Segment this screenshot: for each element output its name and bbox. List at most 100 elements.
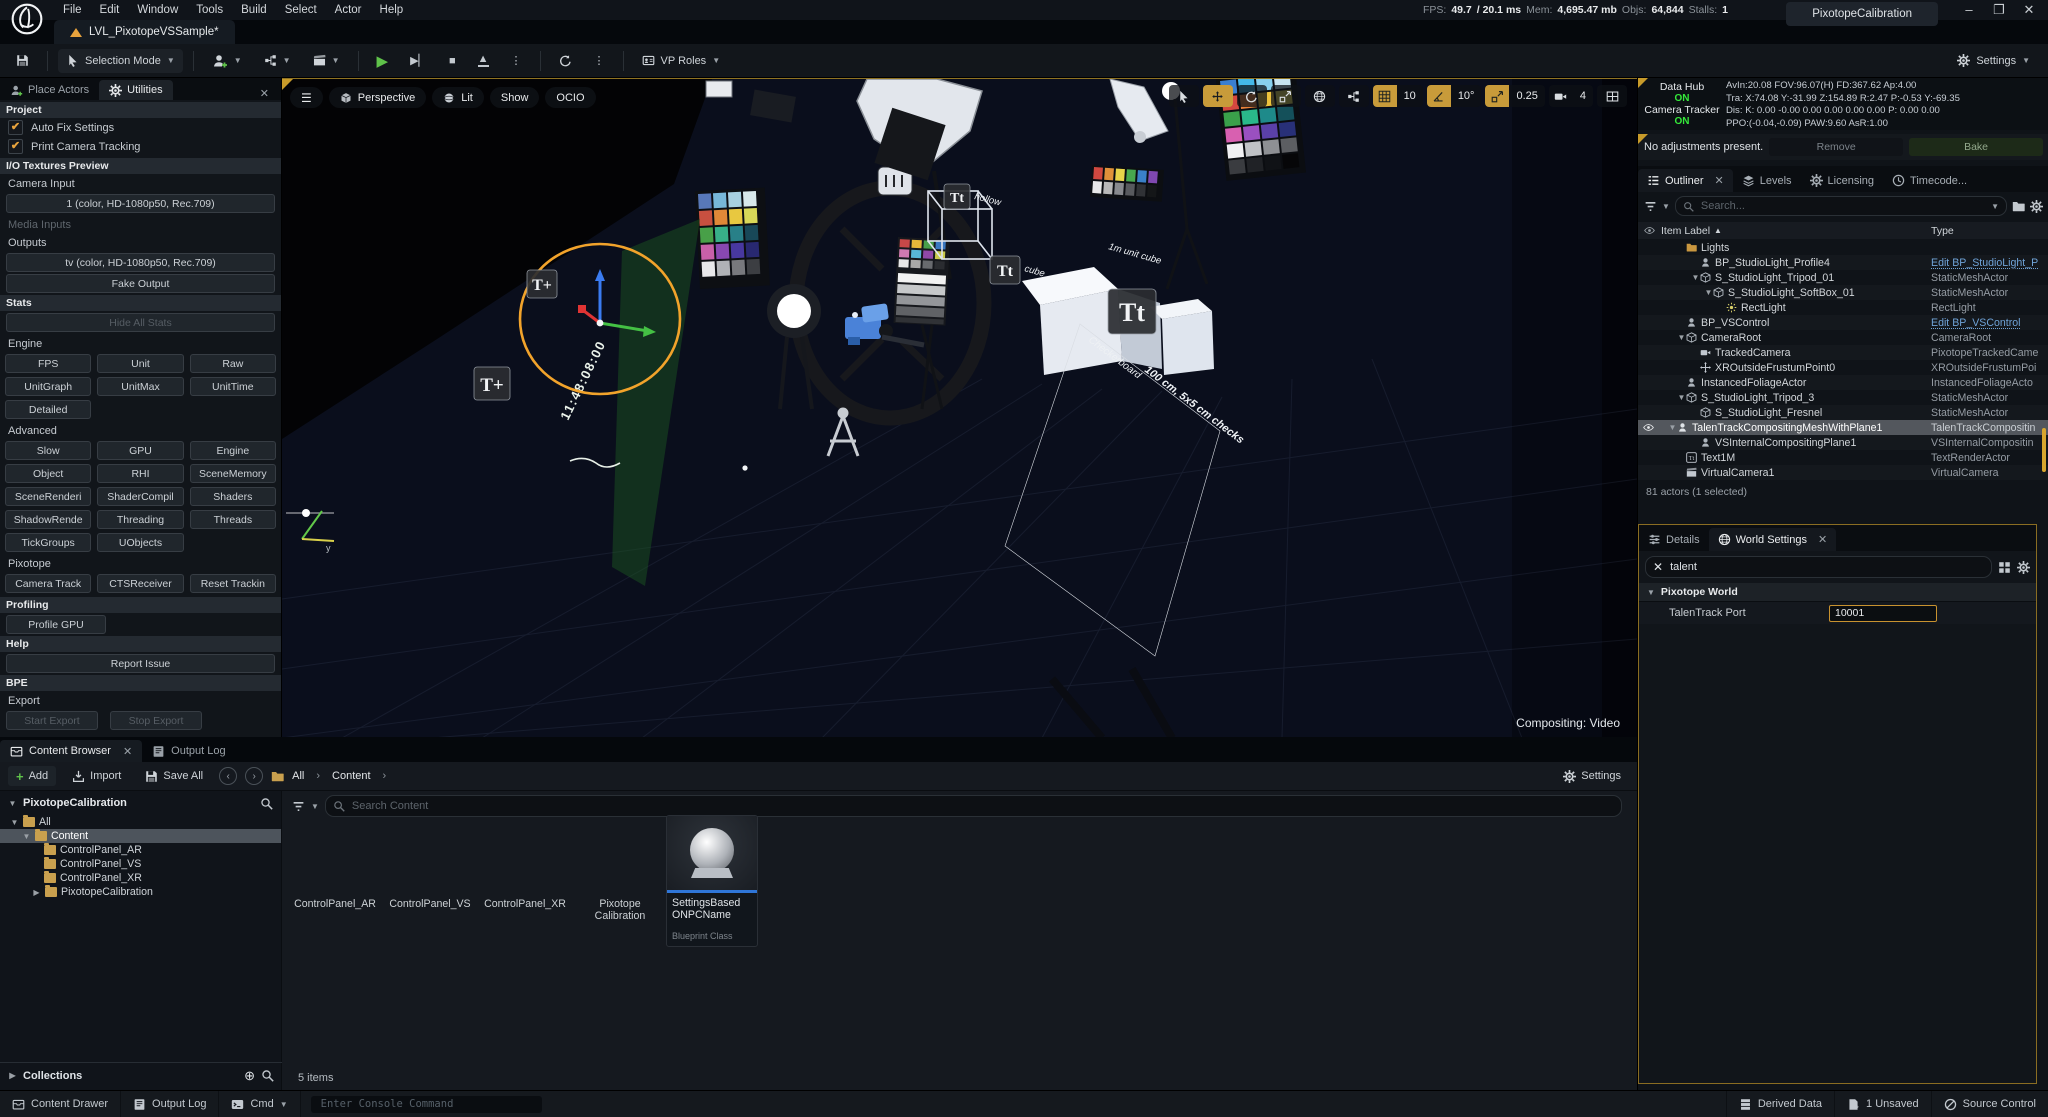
col-type[interactable]: Type	[1931, 225, 1954, 237]
gear-icon[interactable]	[2017, 561, 2030, 574]
section-bpe[interactable]: BPE	[0, 675, 281, 691]
profile-gpu-button[interactable]: Profile GPU	[6, 615, 106, 634]
menu-tools[interactable]: Tools	[187, 0, 232, 20]
outliner-row-selected[interactable]: ▼ TalenTrackCompositingMeshWithPlane1 Tale…	[1638, 420, 2048, 435]
menu-file[interactable]: File	[54, 0, 91, 20]
stat-cameratrack-button[interactable]: Camera Track	[5, 574, 92, 593]
report-issue-button[interactable]: Report Issue	[6, 654, 275, 673]
save-button[interactable]	[8, 49, 37, 73]
source-control-button[interactable]: Source Control	[1930, 1090, 2048, 1117]
folder-tile[interactable]: ControlPanel_AR	[290, 827, 380, 910]
section-io-textures[interactable]: I/O Textures Preview	[0, 158, 281, 174]
tab-place-actors[interactable]: Place Actors	[0, 80, 99, 100]
asset-search[interactable]	[324, 795, 1622, 817]
level-tab[interactable]: LVL_PixotopeVSSample*	[54, 20, 235, 44]
fake-output-button[interactable]: Fake Output	[6, 274, 275, 293]
add-button[interactable]: + Add	[8, 766, 57, 786]
move-tool-button[interactable]	[1202, 85, 1233, 107]
tab-timecode[interactable]: Timecode...	[1883, 169, 1976, 192]
tab-levels[interactable]: Levels	[1733, 169, 1801, 192]
outliner-row[interactable]: VirtualCamera1 VirtualCamera	[1638, 465, 2048, 480]
outliner-row[interactable]: VSInternalCompositingPlane1 VSInternalCom…	[1638, 435, 2048, 450]
tree-item-content[interactable]: ▼ Content	[0, 829, 281, 843]
menu-actor[interactable]: Actor	[326, 0, 371, 20]
camera-speed-control[interactable]: 4	[1548, 85, 1593, 107]
folder-tile[interactable]: ControlPanel_VS	[385, 827, 475, 910]
blueprints-dropdown[interactable]: ▼	[256, 49, 299, 73]
stat-shadercompiling-button[interactable]: ShaderCompil	[97, 487, 184, 506]
collections-row[interactable]: ▶ Collections ⊕	[0, 1062, 282, 1088]
menu-help[interactable]: Help	[371, 0, 413, 20]
outliner-row[interactable]: ▼ S_StudioLight_SoftBox_01 StaticMeshActor	[1638, 285, 2048, 300]
menu-build[interactable]: Build	[232, 0, 276, 20]
stat-slow-button[interactable]: Slow	[5, 441, 92, 460]
folder-tile[interactable]: Pixotope Calibration	[575, 827, 665, 922]
settings-dropdown[interactable]: Settings ▼	[1949, 49, 2038, 73]
chevron-down-icon[interactable]: ▼	[1662, 202, 1670, 211]
search-icon[interactable]	[260, 797, 273, 810]
stat-tickgroups-button[interactable]: TickGroups	[5, 533, 92, 552]
eject-button[interactable]: ▲	[470, 49, 497, 73]
console-command-field[interactable]	[310, 1095, 542, 1113]
add-actor-dropdown[interactable]: ▼	[204, 49, 250, 73]
stat-unit-button[interactable]: Unit	[97, 354, 184, 373]
scale-tool-button[interactable]	[1270, 85, 1301, 107]
stat-engine-button[interactable]: Engine	[189, 441, 276, 460]
console-input[interactable]	[318, 1097, 534, 1111]
expander-icon[interactable]: ▼	[1691, 273, 1700, 282]
outliner-row[interactable]: ▼ S_StudioLight_Tripod_3 StaticMeshActor	[1638, 390, 2048, 405]
eye-icon[interactable]	[1643, 422, 1654, 433]
outliner-row[interactable]: TrackedCamera PixotopeTrackedCame	[1638, 345, 2048, 360]
eye-icon[interactable]	[1644, 225, 1655, 236]
tree-root-header[interactable]: ▼ PixotopeCalibration	[0, 791, 281, 815]
hide-all-stats-button[interactable]: Hide All Stats	[6, 313, 275, 332]
perspective-dropdown[interactable]: Perspective	[328, 87, 427, 108]
section-project[interactable]: Project	[0, 102, 281, 118]
restore-button[interactable]: ❐	[1984, 0, 2014, 20]
scale-snap-control[interactable]: 0.25	[1485, 85, 1545, 107]
stat-shaders-button[interactable]: Shaders	[189, 487, 276, 506]
tab-outliner[interactable]: Outliner ✕	[1638, 169, 1733, 192]
property-matrix-icon[interactable]	[1998, 561, 2011, 574]
expander-icon[interactable]: ▼	[1704, 288, 1713, 297]
section-help[interactable]: Help	[0, 636, 281, 652]
output-log-button[interactable]: Output Log	[121, 1090, 220, 1117]
tab-content-browser[interactable]: Content Browser ✕	[0, 740, 143, 762]
filter-icon[interactable]	[1644, 200, 1657, 213]
platforms-options-menu[interactable]: ⋮	[586, 49, 613, 73]
stat-threads-button[interactable]: Threads	[189, 510, 276, 529]
save-all-button[interactable]: Save All	[137, 766, 211, 786]
outliner-row[interactable]: ▼ CameraRoot CameraRoot	[1638, 330, 2048, 345]
minimize-button[interactable]: –	[1954, 0, 1984, 20]
stop-button[interactable]: ■	[441, 49, 464, 73]
add-collection-icon[interactable]: ⊕	[244, 1068, 255, 1084]
show-dropdown[interactable]: Show	[489, 87, 540, 108]
outliner-row[interactable]: Text1M TextRenderActor	[1638, 450, 2048, 465]
forward-button[interactable]: ›	[245, 767, 264, 785]
chevron-down-icon[interactable]: ▼	[1991, 202, 1999, 211]
expander-icon[interactable]: ▼	[1668, 423, 1677, 432]
cmd-dropdown[interactable]: Cmd ▼	[219, 1090, 301, 1117]
stat-scenerendering-button[interactable]: SceneRenderi	[5, 487, 92, 506]
outliner-row[interactable]: ▼ S_StudioLight_Tripod_01 StaticMeshActor	[1638, 270, 2048, 285]
rotate-tool-button[interactable]	[1236, 85, 1267, 107]
close-icon[interactable]: ✕	[1818, 533, 1827, 546]
stop-export-button[interactable]: Stop Export	[110, 711, 202, 730]
outliner-row[interactable]: BP_StudioLight_Profile4 Edit BP_StudioLig…	[1638, 255, 2048, 270]
outliner-row[interactable]: BP_VSControl Edit BP_VSControl	[1638, 315, 2048, 330]
select-tool-button[interactable]	[1168, 85, 1199, 107]
expander-icon[interactable]: ▼	[1677, 333, 1686, 342]
vp-roles-dropdown[interactable]: VP Roles ▼	[634, 49, 729, 73]
clear-search-icon[interactable]: ✕	[1653, 560, 1663, 574]
world-space-toggle[interactable]	[1304, 85, 1335, 107]
close-utilities-icon[interactable]: ✕	[248, 87, 281, 100]
stat-threading-button[interactable]: Threading	[97, 510, 184, 529]
print-camera-checkbox[interactable]: ✔	[8, 139, 23, 154]
tree-item-controlpanel-vs[interactable]: ControlPanel_VS	[0, 857, 281, 871]
lit-dropdown[interactable]: Lit	[432, 87, 484, 108]
rotation-snap-control[interactable]: 10°	[1426, 85, 1482, 107]
breadcrumb-all[interactable]: All	[292, 770, 304, 782]
selection-mode-dropdown[interactable]: Selection Mode ▼	[58, 48, 183, 73]
stat-detailed-button[interactable]: Detailed	[5, 400, 92, 419]
section-stats[interactable]: Stats	[0, 295, 281, 311]
